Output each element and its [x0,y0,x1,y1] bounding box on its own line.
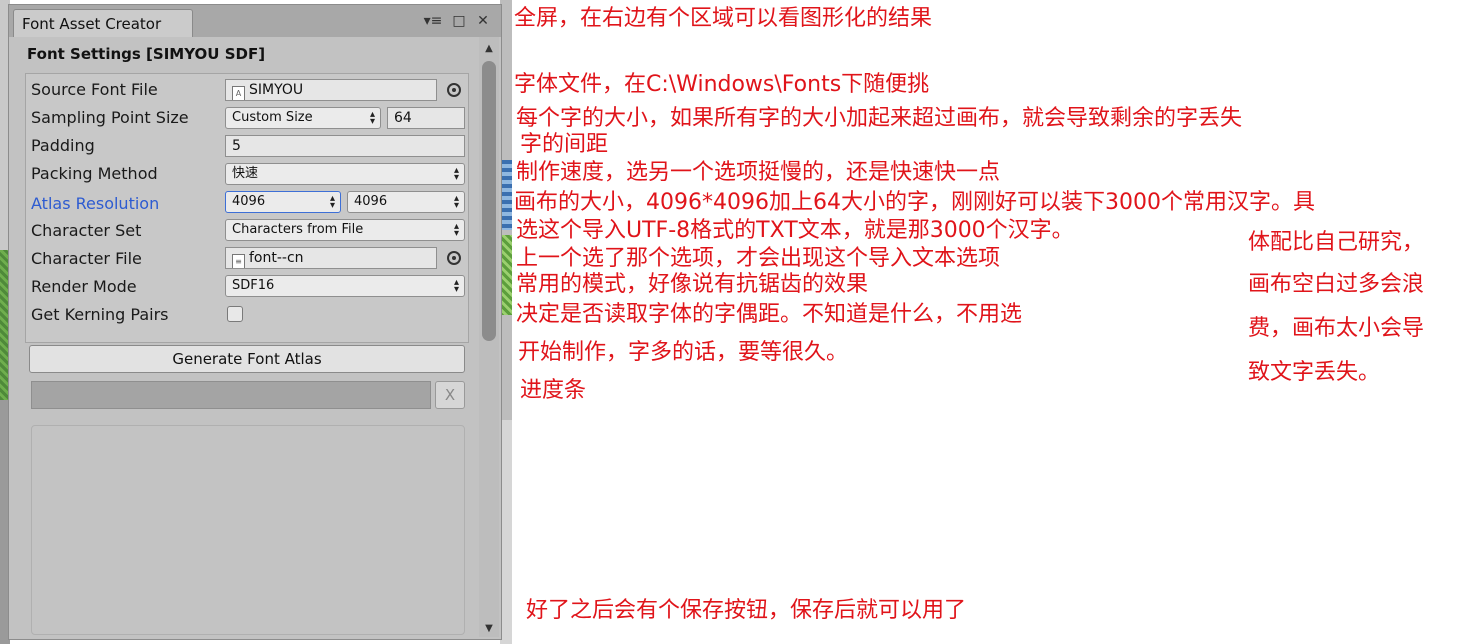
sampling-size-mode: Custom Size [232,110,313,125]
note-progress: 进度条 [520,378,587,403]
sampling-size-dropdown[interactable]: Custom Size ▴ ▾ [225,107,381,129]
sampling-size-input[interactable]: 64 [387,107,465,129]
kerning-pairs-checkbox[interactable] [227,306,243,322]
dropdown-arrow-icon: ▴ ▾ [453,221,459,239]
character-set-dropdown[interactable]: Characters from File ▴ ▾ [225,219,465,241]
sampling-point-size-label: Sampling Point Size [31,108,189,127]
note-fullscreen: 全屏，在右边有个区域可以看图形化的结果 [514,6,933,31]
character-file-value: font--cn [249,250,304,266]
tab-font-asset-creator[interactable]: Font Asset Creator [13,9,193,37]
render-mode-dropdown[interactable]: SDF16 ▴ ▾ [225,275,465,297]
note-padding: 字的间距 [520,132,609,157]
note-side-4: 致文字丢失。 [1248,360,1381,385]
note-charfile: 上一个选了那个选项，才会出现这个导入文本选项 [516,246,1001,271]
character-file-field[interactable]: ≡ font--cn [225,247,437,269]
scrollbar-thumb[interactable] [482,61,496,341]
render-mode-value: SDF16 [232,278,275,293]
note-side-1: 体配比自己研究， [1248,230,1425,255]
source-font-file-field[interactable]: A SIMYOU [225,79,437,101]
kerning-pairs-label: Get Kerning Pairs [31,305,169,324]
font-file-icon: A [232,86,245,100]
maximize-icon[interactable]: □ [449,11,469,31]
atlas-height-value: 4096 [354,194,388,209]
note-side-3: 费，画布太小会导 [1248,316,1425,341]
tab-title: Font Asset Creator [22,15,162,33]
close-icon[interactable]: ✕ [473,11,493,31]
atlas-width-value: 4096 [232,194,266,209]
note-render: 常用的模式，好像说有抗锯齿的效果 [516,272,869,297]
padding-input[interactable]: 5 [225,135,465,157]
dropdown-arrow-icon: ▴ ▾ [453,277,459,295]
character-set-label: Character Set [31,221,142,240]
scroll-up-icon[interactable]: ▲ [479,41,499,57]
dropdown-arrow-icon: ▴ ▾ [329,193,335,211]
note-charset: 选这个导入UTF-8格式的TXT文本，就是那3000个汉字。 [516,218,1074,243]
source-font-file-value: SIMYOU [249,82,304,98]
generate-font-atlas-button[interactable]: Generate Font Atlas [29,345,465,373]
dropdown-arrow-icon: ▴ ▾ [453,165,459,183]
note-point-size: 每个字的大小，如果所有字的大小加起来超过画布，就会导致剩余的字丢失 [516,106,1243,131]
render-mode-label: Render Mode [31,277,137,296]
note-side-2: 画布空白过多会浪 [1248,272,1425,297]
output-preview-area [31,425,465,635]
packing-method-dropdown[interactable]: 快速 ▴ ▾ [225,163,465,185]
note-generate: 开始制作，字多的话，要等很久。 [518,340,849,365]
vertical-scrollbar[interactable]: ▲ ▼ [479,37,499,637]
packing-method-label: Packing Method [31,164,158,183]
padding-label: Padding [31,136,95,155]
note-save: 好了之后会有个保存按钮，保存后就可以用了 [526,598,967,623]
object-picker-icon[interactable] [447,83,461,97]
scroll-down-icon[interactable]: ▼ [479,621,499,637]
atlas-width-dropdown[interactable]: 4096 ▴ ▾ [225,191,341,213]
note-kerning: 决定是否读取字体的字偶距。不知道是什么，不用选 [516,302,1023,327]
object-picker-icon[interactable] [447,251,461,265]
note-packing: 制作速度，选另一个选项挺慢的，还是快速快一点 [516,160,1001,185]
cancel-button[interactable]: X [435,381,465,409]
progress-bar [31,381,431,409]
note-atlas: 画布的大小，4096*4096加上64大小的字，刚刚好可以装下3000个常用汉字… [514,190,1315,215]
source-font-file-label: Source Font File [31,80,158,99]
section-title: Font Settings [SIMYOU SDF] [27,45,266,63]
note-font-file: 字体文件，在C:\Windows\Fonts下随便挑 [514,72,930,97]
character-file-label: Character File [31,249,142,268]
window-menu-icon[interactable]: ▾≡ [423,11,443,31]
dropdown-arrow-icon: ▴ ▾ [369,109,375,127]
dropdown-arrow-icon: ▴ ▾ [453,193,459,211]
character-set-value: Characters from File [232,222,364,237]
atlas-resolution-label: Atlas Resolution [31,194,160,213]
packing-method-value: 快速 [232,166,259,181]
atlas-height-dropdown[interactable]: 4096 ▴ ▾ [347,191,465,213]
font-asset-creator-window: Font Asset Creator ▾≡ □ ✕ Font Settings … [8,4,502,640]
text-file-icon: ≡ [232,254,245,268]
tab-bar: Font Asset Creator ▾≡ □ ✕ [9,5,501,37]
